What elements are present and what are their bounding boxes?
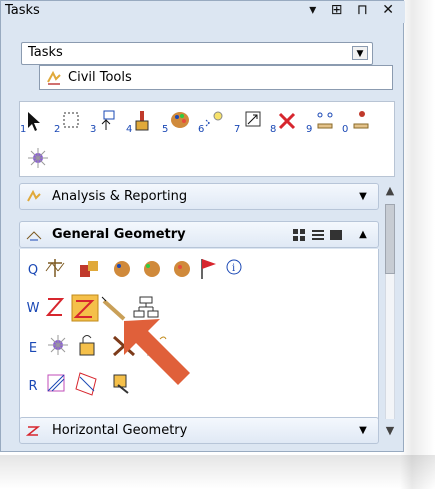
scroll-down-icon[interactable]: ▼ bbox=[381, 422, 399, 440]
chevron-down-icon[interactable]: ▼ bbox=[356, 190, 370, 204]
tool-num: 5 bbox=[162, 124, 169, 135]
title-controls: ▾ ⊞ ⊓ ✕ bbox=[305, 2, 397, 18]
menu-icon[interactable]: ▾ bbox=[309, 2, 319, 18]
analysis-icon bbox=[27, 189, 41, 202]
fence-tool[interactable]: 2 bbox=[54, 110, 82, 135]
chevron-up-icon[interactable]: ▲ bbox=[356, 228, 370, 242]
bulb-tool[interactable]: 6 bbox=[198, 110, 226, 135]
spark-tool[interactable] bbox=[26, 146, 50, 170]
scrollbar[interactable]: ▲ ▼ bbox=[381, 182, 399, 444]
tool-num: 9 bbox=[306, 124, 313, 135]
tool-num: 6 bbox=[198, 124, 205, 135]
window-shadow-bottom bbox=[0, 455, 435, 489]
horizontal-geometry-label: Horizontal Geometry bbox=[52, 423, 188, 438]
title-bar: Tasks ▾ ⊞ ⊓ ✕ bbox=[1, 1, 405, 23]
select-tool[interactable]: 1 bbox=[20, 110, 46, 135]
analysis-label: Analysis & Reporting bbox=[52, 189, 188, 204]
toolbox: 1 2 3 4 5 6 7 8 9 0 bbox=[19, 101, 395, 177]
section-general-geometry[interactable]: General Geometry ▲ bbox=[19, 221, 379, 248]
tasks-combo-value: Tasks bbox=[28, 45, 63, 60]
tool-num: 4 bbox=[126, 124, 133, 135]
scroll-up-icon[interactable]: ▲ bbox=[381, 182, 399, 200]
svg-text:i: i bbox=[232, 263, 235, 274]
general-geometry-body: Q W E R i bbox=[19, 249, 379, 419]
crosshair-tool[interactable]: 0 bbox=[342, 110, 370, 135]
measure-tool[interactable]: 9 bbox=[306, 110, 334, 135]
section-analysis-reporting[interactable]: Analysis & Reporting ▼ bbox=[19, 183, 379, 210]
row-label-w: W bbox=[26, 301, 40, 316]
tool-num: 3 bbox=[90, 124, 97, 135]
general-geometry-icon bbox=[26, 231, 42, 241]
tool-num: 8 bbox=[270, 124, 277, 135]
scroll-thumb[interactable] bbox=[385, 204, 395, 274]
tool-num: 1 bbox=[20, 124, 27, 135]
pin-icon[interactable]: ⊓ bbox=[357, 2, 371, 18]
dock-icon[interactable]: ⊞ bbox=[331, 2, 346, 18]
close-icon[interactable]: ✕ bbox=[382, 2, 397, 18]
tool-num: 2 bbox=[54, 124, 61, 135]
paint-tool[interactable]: 4 bbox=[126, 110, 154, 135]
tasks-panel: Tasks ▾ ⊞ ⊓ ✕ Tasks ▼ Civil Tools 1 2 3 bbox=[0, 0, 405, 452]
horizontal-geometry-icon bbox=[26, 426, 41, 436]
chevron-down-icon[interactable]: ▼ bbox=[352, 46, 368, 60]
row-label-e: E bbox=[28, 341, 38, 356]
view-mode-icons[interactable] bbox=[292, 227, 348, 243]
chevron-down-icon[interactable]: ▼ bbox=[356, 424, 370, 438]
general-geometry-label: General Geometry bbox=[52, 227, 186, 242]
delete-tool[interactable]: 8 bbox=[270, 110, 298, 135]
place-tool[interactable]: 3 bbox=[90, 110, 118, 135]
pointer-arrow-icon bbox=[124, 319, 190, 385]
civil-tools-label: Civil Tools bbox=[68, 70, 132, 85]
window-title: Tasks bbox=[5, 3, 40, 18]
row-label-q: Q bbox=[27, 263, 39, 278]
row-q-tools[interactable]: i bbox=[44, 255, 244, 283]
section-horizontal-geometry[interactable]: Horizontal Geometry ▼ bbox=[19, 417, 379, 444]
palette-tool[interactable]: 5 bbox=[162, 110, 190, 135]
window-tool[interactable]: 7 bbox=[234, 110, 262, 135]
tool-num: 0 bbox=[342, 124, 349, 135]
row-label-r: R bbox=[28, 379, 38, 394]
tool-num: 7 bbox=[234, 124, 241, 135]
civil-tools-icon bbox=[47, 70, 61, 85]
civil-tools-item[interactable]: Civil Tools bbox=[39, 65, 393, 90]
tasks-combo[interactable]: Tasks ▼ bbox=[21, 42, 373, 65]
